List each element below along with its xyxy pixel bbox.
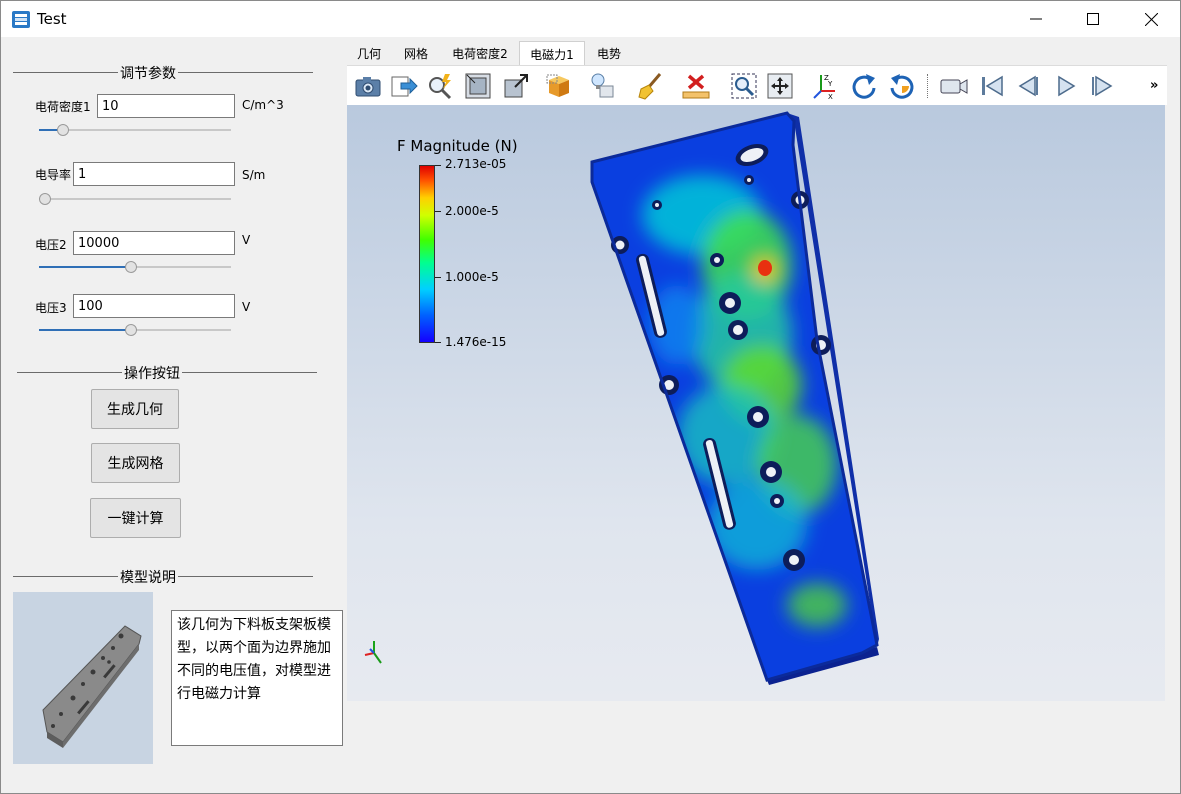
voltage3-slider[interactable] — [39, 324, 231, 336]
tab-mesh[interactable]: 网格 — [393, 41, 439, 65]
compute-button[interactable]: 一键计算 — [90, 498, 181, 538]
close-button[interactable] — [1122, 1, 1180, 37]
conductivity-unit: S/m — [242, 168, 266, 182]
voltage3-unit: V — [242, 300, 251, 314]
play-icon[interactable] — [1051, 71, 1081, 101]
voltage3-input[interactable]: 100 — [73, 294, 235, 318]
generate-mesh-button[interactable]: 生成网格 — [91, 443, 180, 483]
zoom-extents-icon[interactable] — [501, 71, 531, 101]
force-magnitude-plot — [590, 111, 879, 685]
toolbar-separator — [927, 74, 928, 98]
view-box-icon[interactable] — [543, 71, 573, 101]
charge-density-label: 电荷密度1 — [35, 100, 91, 114]
voltage2-input[interactable]: 10000 — [73, 231, 235, 255]
charge-density-unit: C/m^3 — [242, 98, 284, 112]
params-group-title: 调节参数 — [13, 62, 313, 83]
actions-group-title: 操作按钮 — [17, 362, 317, 383]
previous-frame-icon[interactable] — [1013, 71, 1043, 101]
tab-electromagnetic-force[interactable]: 电磁力1 — [519, 41, 585, 65]
voltage2-label: 电压2 — [35, 238, 67, 252]
tab-charge-density[interactable]: 电荷密度2 — [443, 41, 517, 65]
slider-handle[interactable] — [57, 124, 69, 136]
minimize-button[interactable] — [1007, 1, 1065, 37]
probe-icon[interactable] — [425, 71, 455, 101]
close-icon — [1144, 12, 1158, 26]
next-frame-icon[interactable] — [1087, 71, 1117, 101]
tab-geometry[interactable]: 几何 — [347, 41, 391, 65]
slider-handle[interactable] — [125, 324, 138, 336]
slider-handle[interactable] — [125, 261, 138, 273]
model-preview-image — [13, 592, 153, 764]
rotate-ccw-icon[interactable] — [887, 71, 917, 101]
charge-density-input[interactable]: 10 — [97, 94, 235, 118]
conductivity-slider[interactable] — [39, 193, 231, 205]
render-viewport[interactable]: F Magnitude (N) 2.713e-05 2.000e-5 1.000… — [347, 105, 1165, 701]
fit-view-icon[interactable] — [463, 71, 493, 101]
zoom-box-icon[interactable] — [729, 71, 759, 101]
orientation-axes-icon — [364, 641, 382, 664]
rotate-cw-icon[interactable] — [849, 71, 879, 101]
minimize-icon — [1030, 18, 1042, 20]
svg-text:X: X — [828, 93, 833, 101]
axis-orientation-icon[interactable]: ZYX — [809, 71, 839, 101]
export-icon[interactable] — [389, 71, 419, 101]
video-icon[interactable] — [939, 71, 969, 101]
voltage2-slider[interactable] — [39, 261, 231, 273]
viewer-toolbar: ZYX » — [347, 65, 1167, 105]
model-description: 该几何为下料板支架板模型，以两个面为边界施加不同的电压值，对模型进行电磁力计算 — [171, 610, 343, 746]
app-icon — [12, 11, 30, 28]
maximize-icon — [1087, 13, 1099, 25]
generate-geometry-button[interactable]: 生成几何 — [91, 389, 179, 429]
conductivity-label: 电导率 — [35, 168, 72, 182]
tab-potential[interactable]: 电势 — [587, 41, 631, 65]
conductivity-input[interactable]: 1 — [73, 162, 235, 186]
pan-icon[interactable] — [765, 71, 795, 101]
charge-density-slider[interactable] — [39, 124, 231, 136]
title-bar: Test — [1, 1, 1180, 37]
voltage2-unit: V — [242, 233, 251, 247]
first-frame-icon[interactable] — [977, 71, 1007, 101]
camera-icon[interactable] — [353, 71, 383, 101]
maximize-button[interactable] — [1064, 1, 1122, 37]
model-group-title: 模型说明 — [13, 566, 313, 587]
toolbar-overflow-button[interactable]: » — [1150, 78, 1158, 93]
slider-handle[interactable] — [39, 193, 51, 205]
light-icon[interactable] — [587, 71, 617, 101]
svg-text:Y: Y — [827, 80, 833, 88]
voltage3-label: 电压3 — [35, 301, 67, 315]
app-window: Test 调节参数 电荷密度1 10 C/m^3 电导率 1 S/m 电压2 1… — [0, 0, 1181, 794]
window-title: Test — [37, 10, 67, 28]
clear-icon[interactable] — [635, 71, 665, 101]
delete-icon[interactable] — [681, 71, 711, 101]
